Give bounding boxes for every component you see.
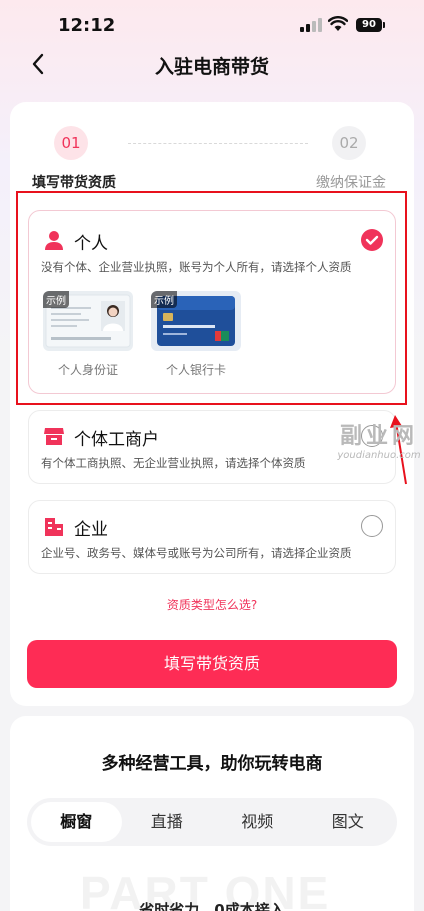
option-description: 企业号、政务号、媒体号或账号为公司所有，请选择企业资质: [41, 546, 352, 560]
tools-title: 多种经营工具，助你玩转电商: [101, 754, 323, 774]
shop-icon: [44, 428, 64, 445]
step-2-label: 缴纳保证金: [316, 175, 386, 191]
battery-icon: 90: [356, 18, 385, 32]
cellular-signal-icon: [300, 18, 322, 32]
nav-bar: 入驻电商带货: [0, 44, 424, 84]
option-enterprise[interactable]: 企业 企业号、政务号、媒体号或账号为公司所有，请选择企业资质: [28, 500, 396, 574]
step-1-label: 填写带货资质: [32, 175, 116, 191]
sample-tag: 示例: [151, 291, 177, 308]
wifi-icon: [328, 16, 348, 31]
tab-image-text[interactable]: 图文: [303, 802, 394, 842]
option-title: 企业: [74, 520, 108, 540]
watermark-text: 副业网: [339, 424, 418, 449]
option-title: 个体工商户: [74, 430, 159, 450]
annotation-highlight-box: [16, 191, 407, 405]
tools-tab-bar: 橱窗 直播 视频 图文: [27, 798, 397, 846]
tools-card: 多种经营工具，助你玩转电商 橱窗 直播 视频 图文 PART ONE 省时省力，…: [10, 716, 414, 911]
watermark-url: youdianhuo.com: [337, 450, 421, 461]
status-time: 12:12: [58, 15, 116, 36]
page-title: 入驻电商带货: [154, 56, 269, 78]
option-description: 有个体工商执照、无企业营业执照，请选择个体资质: [41, 456, 306, 470]
fill-qualification-button[interactable]: 填写带货资质: [27, 640, 397, 688]
step-1-number: 01: [54, 126, 88, 160]
step-2-number: 02: [332, 126, 366, 160]
unselected-radio-icon[interactable]: [361, 515, 383, 537]
step-divider: [128, 143, 308, 144]
tab-showcase[interactable]: 橱窗: [31, 802, 122, 842]
tab-live[interactable]: 直播: [122, 802, 213, 842]
tools-subtitle: 省时省力，0成本接入: [139, 901, 285, 911]
qualification-help-link[interactable]: 资质类型怎么选?: [10, 596, 414, 613]
watermark: 副业网 youdianhuo.com: [336, 418, 422, 461]
sample-tag: 示例: [43, 291, 69, 308]
tab-video[interactable]: 视频: [212, 802, 303, 842]
building-icon: [45, 518, 63, 536]
